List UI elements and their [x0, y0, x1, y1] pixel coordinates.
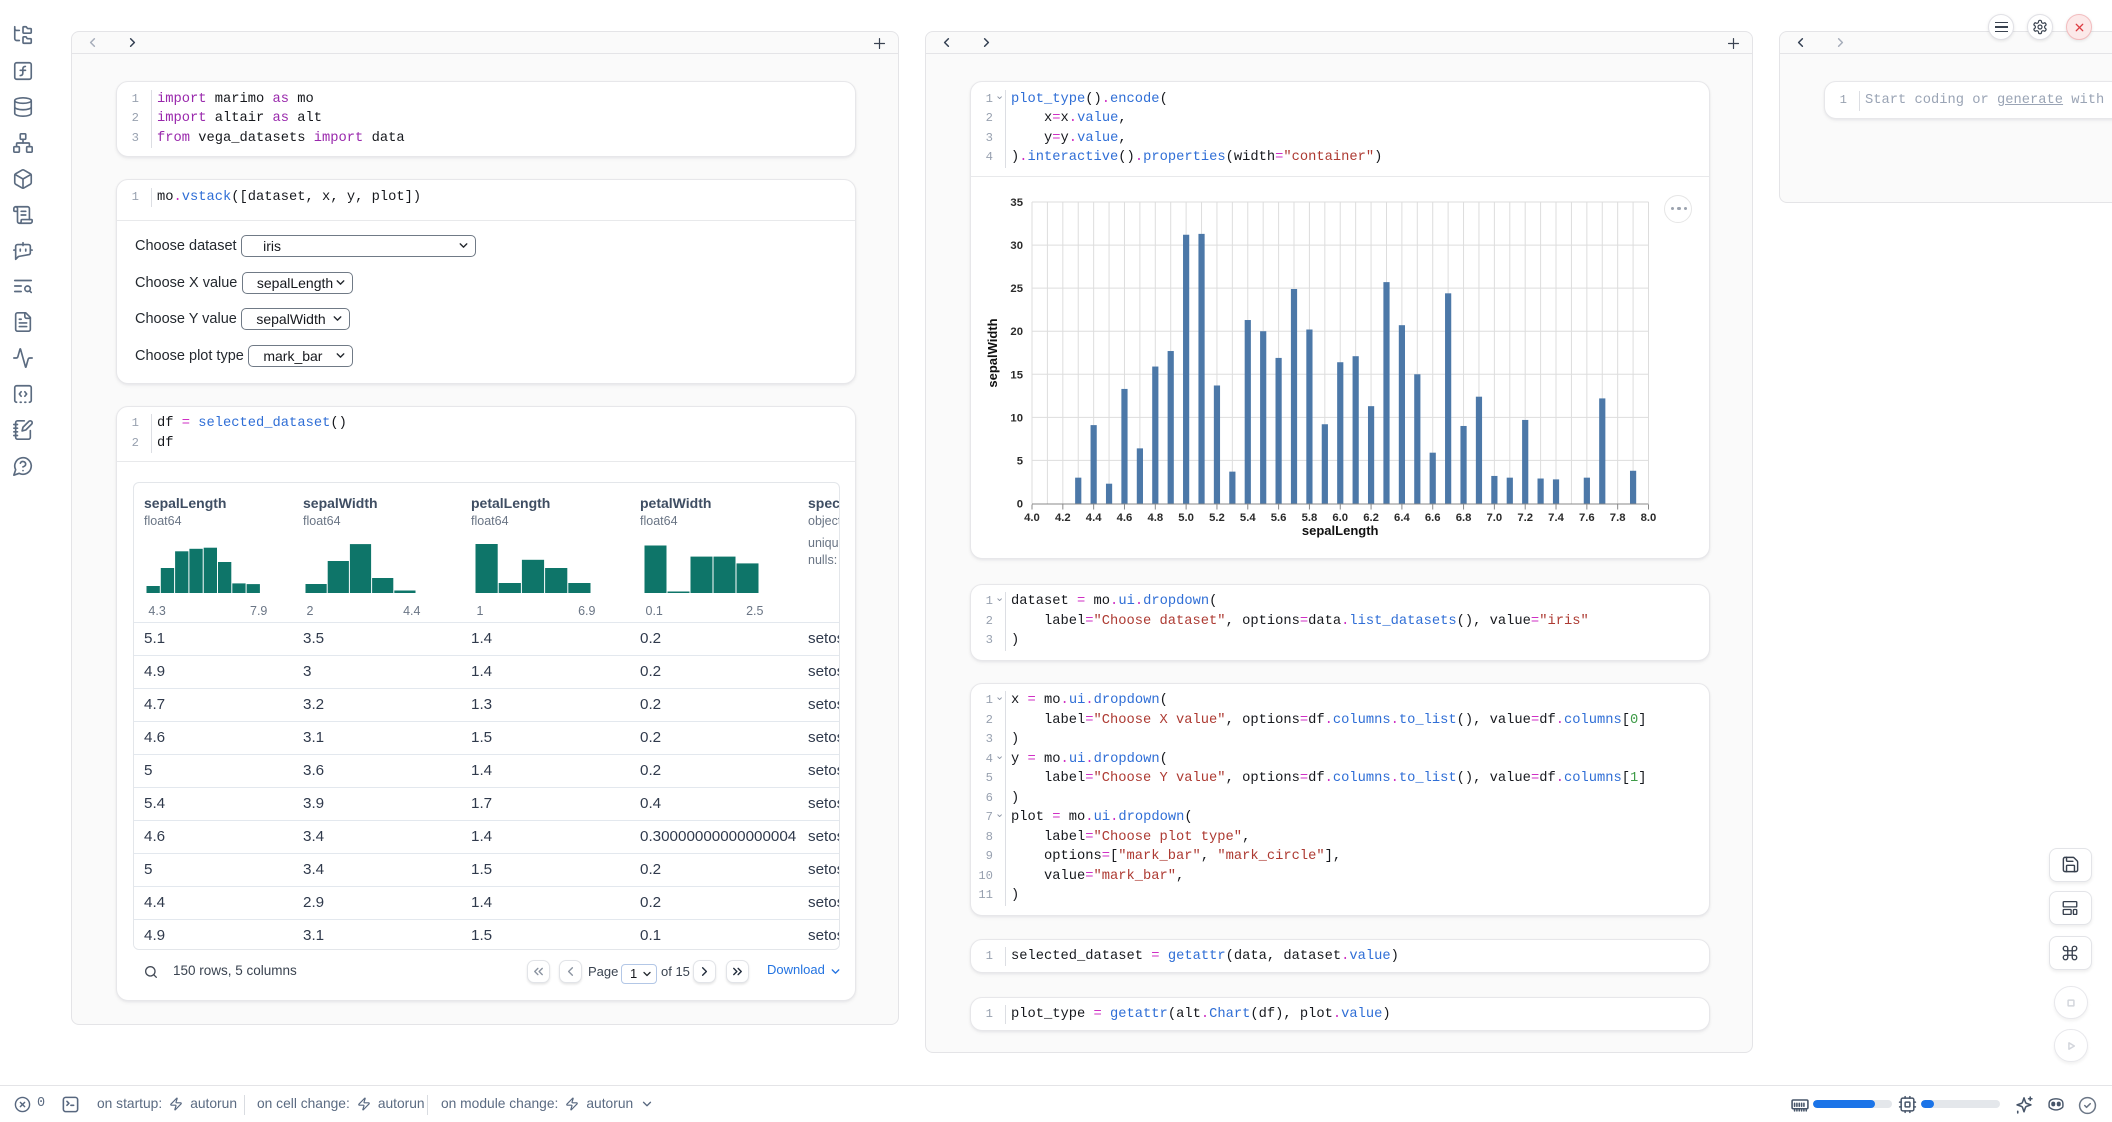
svg-text:4.6: 4.6: [1117, 512, 1133, 524]
svg-text:25: 25: [1010, 283, 1023, 295]
svg-text:6.6: 6.6: [1425, 512, 1441, 524]
svg-text:sepalWidth: sepalWidth: [985, 318, 1000, 387]
svg-text:4.2: 4.2: [1055, 512, 1071, 524]
svg-text:35: 35: [1010, 197, 1023, 209]
svg-text:15: 15: [1010, 369, 1023, 381]
svg-text:0: 0: [1017, 498, 1023, 510]
svg-text:5.2: 5.2: [1209, 512, 1225, 524]
svg-text:4.8: 4.8: [1147, 512, 1163, 524]
svg-text:30: 30: [1010, 240, 1023, 252]
svg-text:5.4: 5.4: [1240, 512, 1256, 524]
svg-text:10: 10: [1010, 412, 1023, 424]
svg-text:5.0: 5.0: [1178, 512, 1194, 524]
svg-text:7.0: 7.0: [1487, 512, 1503, 524]
svg-text:5.6: 5.6: [1271, 512, 1287, 524]
svg-text:20: 20: [1010, 326, 1023, 338]
svg-text:7.8: 7.8: [1610, 512, 1626, 524]
svg-text:4.0: 4.0: [1024, 512, 1040, 524]
svg-text:6.8: 6.8: [1456, 512, 1472, 524]
svg-text:8.0: 8.0: [1641, 512, 1657, 524]
svg-text:4.4: 4.4: [1086, 512, 1102, 524]
svg-text:7.2: 7.2: [1517, 512, 1533, 524]
svg-text:7.6: 7.6: [1579, 512, 1595, 524]
svg-text:sepalLength: sepalLength: [1302, 523, 1379, 538]
svg-text:5: 5: [1017, 455, 1023, 467]
svg-text:7.4: 7.4: [1548, 512, 1564, 524]
svg-text:6.4: 6.4: [1394, 512, 1410, 524]
